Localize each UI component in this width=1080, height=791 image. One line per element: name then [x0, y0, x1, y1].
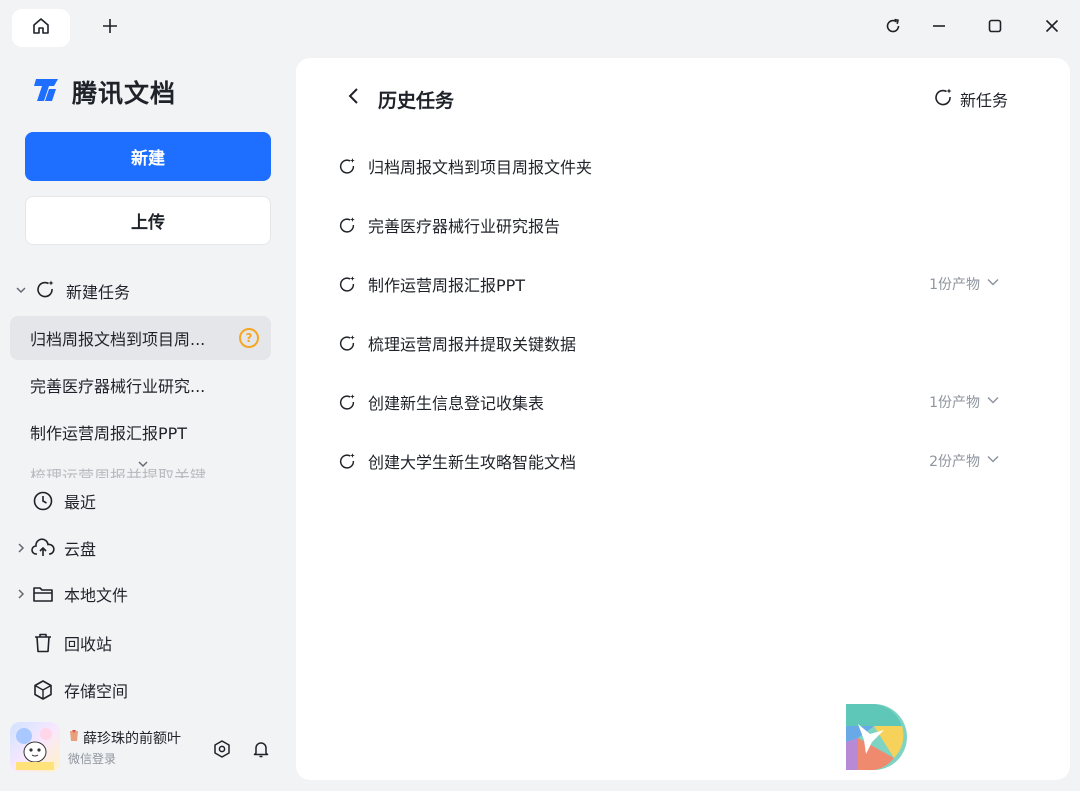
home-tab[interactable]: [12, 9, 70, 47]
chevron-down-icon: [986, 452, 1000, 470]
history-task-row[interactable]: 创建大学生新生攻略智能文档 2份产物: [336, 441, 1000, 481]
sidebar-task-item[interactable]: 制作运营周报汇报PPT: [10, 410, 271, 454]
badge-icon: [68, 729, 80, 747]
output-count: 2份产物: [929, 454, 980, 470]
close-button[interactable]: [1038, 14, 1066, 42]
maximize-button[interactable]: [981, 14, 1009, 42]
task-spark-icon: [34, 278, 56, 304]
history-task-row[interactable]: 完善医疗器械行业研究报告: [336, 205, 1000, 245]
history-task-row[interactable]: 梳理运营周报并提取关键数据: [336, 323, 1000, 363]
chevron-right-icon[interactable]: [14, 588, 28, 600]
task-spark-icon: [932, 86, 954, 112]
task-spark-icon: [336, 155, 358, 177]
sidebar-item-label: 云盘: [64, 540, 97, 559]
output-count: 1份产物: [929, 277, 980, 293]
history-task-label: 制作运营周报汇报PPT: [368, 276, 526, 295]
task-group-header[interactable]: 新建任务: [14, 278, 130, 304]
brand-watermark-logo: [844, 702, 910, 776]
sidebar-item-cloud[interactable]: 云盘: [14, 535, 96, 561]
history-task-label: 创建大学生新生攻略智能文档: [368, 453, 577, 472]
cube-icon: [30, 677, 56, 703]
history-task-row[interactable]: 归档周报文档到项目周报文件夹: [336, 146, 1000, 186]
minimize-button[interactable]: [925, 14, 953, 42]
bell-icon: [251, 739, 271, 763]
back-button[interactable]: [344, 88, 364, 108]
app-logo: 腾讯文档: [32, 74, 176, 110]
chevron-down-icon: [14, 282, 28, 301]
page-title: 历史任务: [378, 90, 455, 112]
task-group-label: 新建任务: [66, 283, 131, 302]
sidebar-task-item-faded[interactable]: 梳理运营周报并提取关键: [30, 464, 270, 479]
settings-button[interactable]: [211, 740, 233, 762]
history-task-label: 梳理运营周报并提取关键数据: [368, 335, 577, 354]
task-label: 完善医疗器械行业研究...: [30, 377, 206, 396]
sidebar: 腾讯文档 新建 上传 新建任务 归档周报文档到项目周... ? 完善医疗器械行业…: [0, 56, 295, 791]
avatar[interactable]: [10, 722, 60, 772]
notification-button[interactable]: [250, 740, 272, 762]
new-button[interactable]: 新建: [25, 132, 271, 181]
hexagon-gear-icon: [212, 739, 232, 763]
upload-button[interactable]: 上传: [25, 196, 271, 245]
chevron-down-icon: [986, 393, 1000, 411]
history-task-label: 归档周报文档到项目周报文件夹: [368, 158, 593, 177]
task-spark-icon: [336, 273, 358, 295]
task-spark-icon: [336, 332, 358, 354]
output-count-toggle[interactable]: 1份产物: [929, 392, 1000, 412]
task-label: 梳理运营周报并提取关键: [30, 467, 207, 479]
output-count-toggle[interactable]: 1份产物: [929, 274, 1000, 294]
app-name: 腾讯文档: [72, 79, 177, 108]
plus-icon: [101, 17, 119, 39]
add-tab-button[interactable]: [98, 16, 122, 40]
home-icon: [31, 16, 51, 40]
login-method: 微信登录: [68, 751, 117, 766]
main-panel: 历史任务 新任务 归档周报文档到项目周报文件夹 完善医疗器械行业研究报告 制作运…: [296, 58, 1070, 780]
new-task-label: 新任务: [960, 91, 1009, 110]
chevron-right-icon[interactable]: [14, 542, 28, 554]
history-task-row[interactable]: 制作运营周报汇报PPT 1份产物: [336, 264, 1000, 304]
history-task-label: 完善医疗器械行业研究报告: [368, 217, 561, 236]
task-spark-icon: [336, 450, 358, 472]
title-bar: [0, 0, 1080, 56]
cloud-upload-icon: [30, 535, 56, 561]
history-task-label: 创建新生信息登记收集表: [368, 394, 545, 413]
task-spark-icon: [336, 391, 358, 413]
folder-icon: [30, 581, 56, 607]
history-task-row[interactable]: 创建新生信息登记收集表 1份产物: [336, 382, 1000, 422]
sidebar-item-label: 最近: [64, 493, 97, 512]
task-spark-icon: [336, 214, 358, 236]
tencent-docs-logo-icon: [32, 76, 62, 108]
new-task-button[interactable]: 新任务: [932, 86, 1008, 112]
sidebar-item-local-files[interactable]: 本地文件: [14, 581, 128, 607]
question-icon[interactable]: ?: [239, 328, 259, 348]
sidebar-item-label: 本地文件: [64, 586, 129, 605]
minimize-icon: [931, 18, 947, 38]
refresh-button[interactable]: [879, 14, 907, 42]
task-label: 制作运营周报汇报PPT: [30, 424, 188, 443]
output-count-toggle[interactable]: 2份产物: [929, 451, 1000, 471]
output-count: 1份产物: [929, 395, 980, 411]
sidebar-item-recycle-bin[interactable]: 回收站: [14, 630, 112, 656]
sidebar-task-item[interactable]: 完善医疗器械行业研究...: [10, 363, 271, 407]
clock-icon: [30, 488, 56, 514]
user-profile[interactable]: 薛珍珠的前额叶 微信登录: [10, 722, 181, 772]
close-icon: [1044, 18, 1060, 38]
user-name: 薛珍珠的前额叶: [83, 730, 181, 747]
chevron-down-icon: [986, 275, 1000, 293]
trash-icon: [30, 630, 56, 656]
sidebar-item-recent[interactable]: 最近: [14, 488, 96, 514]
sidebar-item-label: 存储空间: [64, 682, 129, 701]
sidebar-item-storage[interactable]: 存储空间: [14, 677, 128, 703]
refresh-icon: [884, 17, 902, 39]
sidebar-item-label: 回收站: [64, 635, 113, 654]
task-label: 归档周报文档到项目周...: [30, 330, 206, 349]
sidebar-task-item[interactable]: 归档周报文档到项目周... ?: [10, 316, 271, 360]
maximize-icon: [987, 18, 1003, 38]
show-more-chevron-icon[interactable]: [136, 456, 150, 475]
chevron-left-icon: [347, 87, 361, 109]
